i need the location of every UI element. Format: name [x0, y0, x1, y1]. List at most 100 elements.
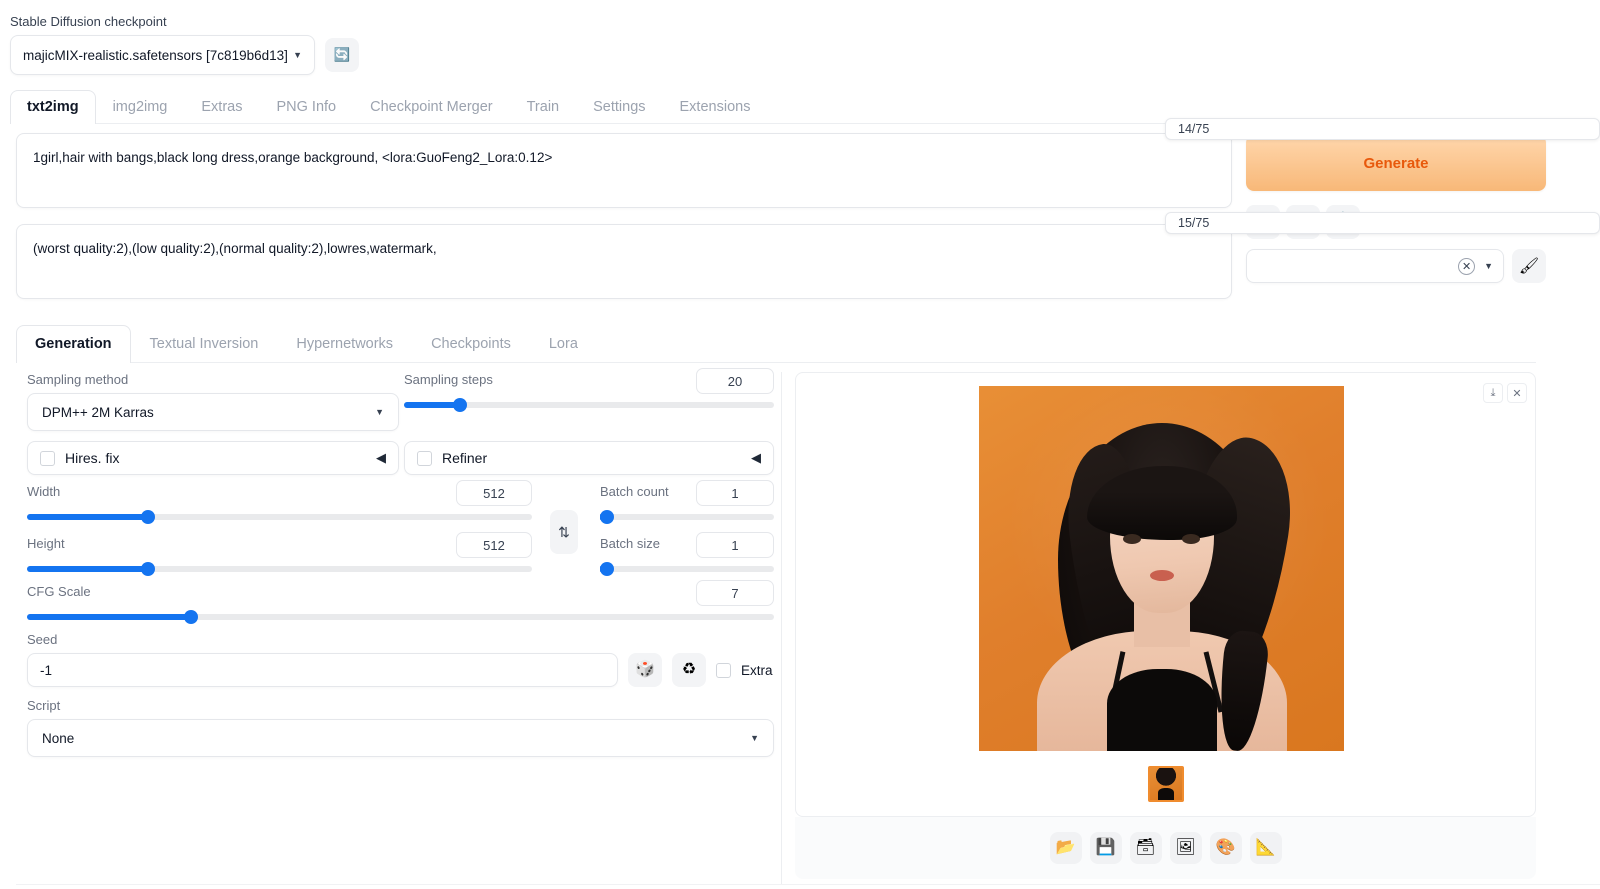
seed-input[interactable]: -1 — [27, 653, 618, 687]
cfg-scale-label: CFG Scale — [27, 584, 91, 599]
tab-checkpoints[interactable]: Checkpoints — [412, 325, 530, 362]
checkpoint-controls: majicMIX-realistic.safetensors [7c819b6d… — [10, 35, 390, 75]
slider-thumb[interactable] — [141, 510, 156, 524]
slider-track — [600, 566, 774, 572]
save-button[interactable]: 💾 — [1089, 832, 1122, 864]
refresh-checkpoints-button[interactable]: 🔄 — [325, 38, 359, 72]
sampling-method-value: DPM++ 2M Karras — [42, 404, 154, 420]
styles-select[interactable]: ✕ ▼ — [1246, 249, 1504, 283]
negative-prompt-input[interactable]: (worst quality:2),(low quality:2),(norma… — [16, 224, 1232, 299]
tab-generation[interactable]: Generation — [16, 325, 131, 363]
hires-fix-accordion[interactable]: Hires. fix ◀ — [27, 441, 399, 475]
checkpoint-section: Stable Diffusion checkpoint majicMIX-rea… — [10, 14, 390, 75]
tab-settings[interactable]: Settings — [576, 90, 662, 123]
slider-fill — [404, 402, 460, 408]
tab-hypernetworks[interactable]: Hypernetworks — [277, 325, 412, 362]
chevron-left-icon: ◀ — [376, 450, 386, 465]
bottom-divider — [16, 884, 1600, 885]
styles-row: ✕ ▼ 🖌 — [1246, 249, 1546, 283]
picture-icon: 🖼 — [1175, 839, 1196, 856]
extra-seed-checkbox[interactable] — [716, 662, 731, 678]
cfg-scale-value[interactable]: 7 — [696, 580, 774, 606]
stable-diffusion-webui: Stable Diffusion checkpoint majicMIX-rea… — [0, 0, 1600, 889]
generate-button[interactable]: Generate — [1246, 135, 1546, 191]
slider-track — [600, 514, 774, 520]
slider-thumb[interactable] — [452, 398, 467, 412]
reuse-seed-button[interactable]: ♻ — [672, 653, 706, 687]
refresh-icon: 🔄 — [333, 47, 351, 62]
chevron-down-icon[interactable]: ▼ — [1484, 261, 1493, 271]
open-folder-button[interactable]: 📂 — [1049, 832, 1082, 864]
slider-thumb[interactable] — [141, 562, 156, 576]
tab-train[interactable]: Train — [510, 90, 577, 123]
sampling-steps-value[interactable]: 20 — [696, 368, 774, 394]
hires-fix-label: Hires. fix — [65, 450, 120, 466]
dress-shape — [1106, 669, 1217, 751]
chevron-down-icon: ▼ — [293, 50, 302, 60]
sampling-steps-field: Sampling steps 20 — [404, 368, 774, 413]
edit-styles-button[interactable]: 🖌 — [1512, 249, 1546, 283]
width-value[interactable]: 512 — [456, 480, 532, 506]
gallery-thumbnails — [796, 761, 1535, 807]
tab-lora[interactable]: Lora — [530, 325, 597, 362]
generated-image[interactable] — [979, 386, 1344, 751]
tab-img2img[interactable]: img2img — [96, 90, 185, 123]
slider-thumb[interactable] — [599, 562, 614, 576]
cfg-scale-field: CFG Scale 7 — [27, 580, 774, 625]
positive-prompt-input[interactable]: 1girl,hair with bangs,black long dress,o… — [16, 133, 1232, 208]
tab-checkpoint-merger[interactable]: Checkpoint Merger — [353, 90, 510, 123]
gallery-thumbnail-1[interactable] — [1147, 766, 1184, 802]
generation-settings-panel: Sampling method DPM++ 2M Karras ▼ Sampli… — [16, 368, 781, 872]
close-icon[interactable]: ✕ — [1507, 383, 1527, 403]
batch-size-value[interactable]: 1 — [696, 532, 774, 558]
send-to-img2img-button[interactable]: 🖼 — [1169, 832, 1202, 864]
random-seed-button[interactable]: 🎲 — [628, 653, 662, 687]
sampling-method-field: Sampling method DPM++ 2M Karras ▼ — [27, 372, 399, 431]
slider-thumb[interactable] — [599, 510, 614, 524]
sampling-method-select[interactable]: DPM++ 2M Karras ▼ — [27, 393, 399, 431]
close-icon[interactable]: ✕ — [1458, 257, 1476, 275]
slider-thumb[interactable] — [184, 610, 199, 624]
sampling-method-label: Sampling method — [27, 372, 129, 387]
script-label: Script — [27, 698, 61, 713]
download-icon[interactable]: ⤓ — [1483, 383, 1503, 403]
send-to-inpaint-button[interactable]: 🎨 — [1209, 832, 1242, 864]
batch-count-field: Batch count 1 — [599, 480, 774, 525]
tab-txt2img[interactable]: txt2img — [10, 90, 96, 124]
height-value[interactable]: 512 — [456, 532, 532, 558]
slider-fill — [27, 614, 192, 620]
height-slider[interactable] — [27, 561, 532, 577]
width-slider[interactable] — [27, 509, 532, 525]
swap-arrows-icon: ⇅ — [558, 523, 570, 540]
hires-fix-checkbox[interactable] — [40, 450, 55, 466]
slider-fill — [27, 514, 149, 520]
positive-token-counter: 14/75 — [1165, 118, 1600, 140]
cfg-scale-slider[interactable] — [27, 609, 774, 625]
tab-extras[interactable]: Extras — [184, 90, 259, 123]
extra-seed-label: Extra — [741, 662, 773, 678]
script-select[interactable]: None ▼ — [27, 719, 774, 757]
negative-token-counter: 15/75 — [1165, 212, 1600, 234]
result-toolbar: 📂 💾 🗃 🖼 🎨 📐 — [795, 817, 1536, 879]
lips-shape — [1149, 570, 1174, 582]
sampling-steps-slider[interactable] — [404, 397, 774, 413]
tab-extensions[interactable]: Extensions — [663, 90, 768, 123]
seed-field: Seed -1 🎲 ♻ Extra — [27, 632, 774, 687]
checkpoint-select[interactable]: majicMIX-realistic.safetensors [7c819b6d… — [10, 35, 315, 75]
tab-png-info[interactable]: PNG Info — [259, 90, 353, 123]
ruler-icon: 📐 — [1255, 839, 1276, 856]
dice-icon: 🎲 — [635, 661, 655, 678]
batch-size-slider[interactable] — [599, 561, 774, 577]
checkpoint-value: majicMIX-realistic.safetensors [7c819b6d… — [23, 47, 288, 63]
save-zip-button[interactable]: 🗃 — [1129, 832, 1162, 864]
image-subject — [979, 386, 1344, 751]
send-to-extras-button[interactable]: 📐 — [1249, 832, 1282, 864]
refiner-accordion[interactable]: Refiner ◀ — [404, 441, 774, 475]
seed-label: Seed — [27, 632, 58, 647]
slider-fill — [27, 566, 149, 572]
swap-dimensions-button[interactable]: ⇅ — [550, 510, 578, 554]
batch-count-value[interactable]: 1 — [696, 480, 774, 506]
tab-textual-inversion[interactable]: Textual Inversion — [131, 325, 278, 362]
batch-count-slider[interactable] — [599, 509, 774, 525]
refiner-checkbox[interactable] — [417, 450, 432, 466]
